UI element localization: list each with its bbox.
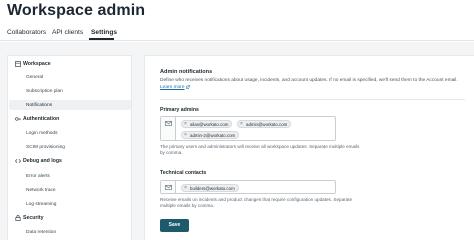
sidebar-item-label: Log streaming xyxy=(26,201,57,207)
sidebar-section-workspace: Workspace xyxy=(8,59,131,69)
remove-chip-icon[interactable]: × xyxy=(184,132,187,139)
sidebar-section-debug-and-logs: Debug and logs xyxy=(8,156,131,166)
sidebar-item-label: Login methods xyxy=(26,130,58,136)
settings-sidebar: Workspace General Subscription plan Noti… xyxy=(7,55,132,240)
tab-collaborators[interactable]: Collaborators xyxy=(7,29,46,36)
primary-admins-input[interactable]: × alias@workato.com × admin@workato.com × a… xyxy=(160,116,336,141)
technical-contacts-input[interactable]: × builders@workato.com xyxy=(160,180,336,194)
sidebar-item-label: General xyxy=(26,74,44,80)
page-header: Workspace admin Collaborators API client… xyxy=(0,0,474,41)
sidebar-item-general[interactable]: General xyxy=(9,72,131,82)
sidebar-item-notifications[interactable]: Notifications xyxy=(9,100,131,110)
sidebar-section-label: Debug and logs xyxy=(23,158,62,164)
chip-label: admin-2@workato.com xyxy=(190,133,236,138)
code-icon xyxy=(15,158,21,164)
section-title: Admin notifications xyxy=(160,69,213,75)
remove-chip-icon[interactable]: × xyxy=(184,121,187,128)
admin-notifications-card: Admin notifications Define who receives … xyxy=(144,55,474,240)
sidebar-section-label: Workspace xyxy=(23,61,51,67)
sidebar-item-login-methods[interactable]: Login methods xyxy=(9,128,131,138)
sidebar-item-subscription-plan[interactable]: Subscription plan xyxy=(9,86,131,96)
remove-chip-icon[interactable]: × xyxy=(184,185,187,192)
tab-bar: Collaborators API clients Settings xyxy=(0,27,474,41)
active-tab-indicator xyxy=(89,38,114,40)
mail-icon-box xyxy=(161,181,176,193)
tab-settings[interactable]: Settings xyxy=(91,29,117,36)
email-chip: × builders@workato.com xyxy=(181,183,239,192)
sidebar-item-error-alerts[interactable]: Error alerts xyxy=(9,171,131,181)
chip-label: alias@workato.com xyxy=(190,122,229,127)
chip-label: admin@workato.com xyxy=(246,122,288,127)
primary-admins-label: Primary admins xyxy=(160,107,199,113)
section-description: Define who receives notifications about … xyxy=(160,77,465,92)
lock-icon xyxy=(15,215,21,221)
sidebar-item-label: Notifications xyxy=(26,102,53,108)
sidebar-item-scim-provisioning[interactable]: SCIM provisioning xyxy=(9,142,131,152)
sidebar-section-authentication: Authentication xyxy=(8,114,131,124)
external-link-icon xyxy=(185,85,190,89)
sidebar-item-label: Error alerts xyxy=(26,173,50,179)
sidebar-section-label: Security xyxy=(23,215,44,221)
email-chip: × alias@workato.com xyxy=(181,120,233,128)
sidebar-section-label: Authentication xyxy=(23,116,60,122)
primary-admins-hint: The primary users and administrators wil… xyxy=(160,144,360,156)
save-button[interactable]: Save xyxy=(160,219,189,232)
workspace-icon xyxy=(15,61,21,67)
learn-more-label: Learn more xyxy=(160,85,185,91)
sidebar-item-label: SCIM provisioning xyxy=(26,144,65,150)
sidebar-item-label: Subscription plan xyxy=(26,88,63,94)
technical-contacts-hint: Receive emails on incidents and product … xyxy=(160,197,353,209)
sidebar-item-data-retention[interactable]: Data retention xyxy=(9,227,131,237)
description-text: Define who receives notifications about … xyxy=(160,78,458,83)
section-divider xyxy=(160,99,465,100)
technical-contacts-label: Technical contacts xyxy=(160,170,207,176)
tab-api-clients[interactable]: API clients xyxy=(52,29,83,36)
mail-icon-box xyxy=(161,117,176,140)
email-chip: × admin@workato.com xyxy=(237,120,292,128)
mail-icon xyxy=(164,185,172,190)
learn-more-link[interactable]: Learn more xyxy=(160,85,190,90)
page-title: Workspace admin xyxy=(7,2,146,19)
sidebar-section-security: Security xyxy=(8,213,131,223)
sidebar-item-log-streaming[interactable]: Log streaming xyxy=(9,199,131,209)
sidebar-item-network-trace[interactable]: Network trace xyxy=(9,185,131,195)
key-icon xyxy=(15,117,21,121)
email-chip: × admin-2@workato.com xyxy=(181,131,240,139)
chip-label: builders@workato.com xyxy=(190,185,235,191)
remove-chip-icon[interactable]: × xyxy=(240,121,243,128)
sidebar-item-label: Network trace xyxy=(26,187,56,193)
mail-icon xyxy=(164,121,172,126)
sidebar-item-label: Data retention xyxy=(26,229,57,235)
